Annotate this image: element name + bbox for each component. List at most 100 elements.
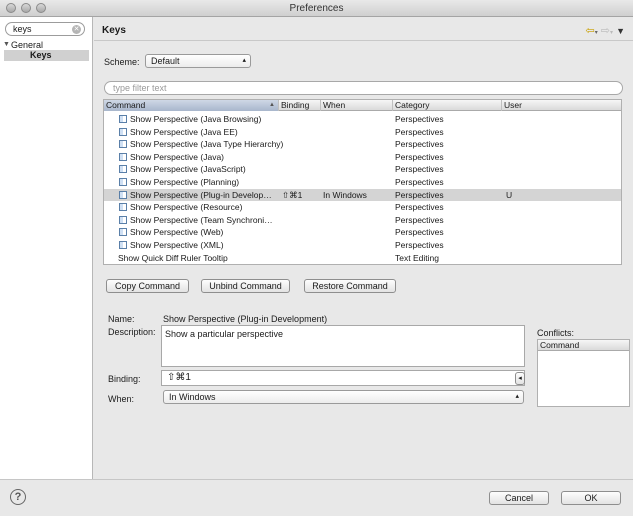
cell-command: Show Perspective (Java Browsing) [119,113,289,126]
unbind-command-button[interactable]: Unbind Command [201,279,290,293]
cell-text: Perspectives [395,126,444,137]
cell-command: Show Perspective (Team Synchroni… [119,214,289,227]
copy-command-button[interactable]: Copy Command [106,279,189,293]
description-label: Description: [108,327,156,337]
dialog-footer: ? Cancel OK [0,479,633,516]
help-icon[interactable]: ? [10,489,26,505]
column-header-command[interactable]: Command ▲ [104,100,279,111]
cell-text: Show Perspective (Web) [130,227,224,238]
perspective-icon [119,177,127,186]
cell-text: Show Perspective (JavaScript) [130,164,246,175]
binding-menu-icon[interactable]: ◂ [515,372,525,385]
table-row[interactable]: Show Perspective (Web) Perspectives [104,226,621,239]
table-row[interactable]: Show Perspective (Java Browsing) Perspect… [104,113,621,126]
cell-command: Show Perspective (Resource) [119,201,289,214]
table-row[interactable]: Show Perspective (JavaScript) Perspective… [104,163,621,176]
name-label: Name: [108,314,135,324]
cell-text: Perspectives [395,214,444,225]
perspective-icon [119,127,127,136]
cell-command: Show Perspective (Java) [119,151,289,164]
cell-text: Perspectives [395,114,444,124]
back-arrow-icon[interactable]: ⇦ [585,25,594,37]
cell-text: Show Perspective (XML) [130,239,224,250]
table-row[interactable]: Show Perspective (Java) Perspectives [104,151,621,164]
restore-command-button[interactable]: Restore Command [304,279,396,293]
column-header-command-label: Command [106,100,146,110]
binding-input[interactable]: ⇧⌘1 [161,370,525,386]
cell-category: Perspectives [395,163,502,176]
view-menu-icon[interactable]: ▼ [616,26,625,36]
binding-label: Binding: [108,374,141,384]
perspective-icon [119,140,127,149]
column-header-binding[interactable]: Binding [279,100,321,111]
clear-search-icon[interactable]: ✕ [72,25,81,34]
table-body: Show Perspective (Java Browsing) Perspect… [104,113,621,264]
table-row[interactable]: Show Perspective (Team Synchroni… Perspec… [104,214,621,227]
cancel-button[interactable]: Cancel [489,491,549,505]
cell-text: Text Editing [395,252,439,263]
tree-item-general[interactable]: ▼ General [3,40,44,50]
cell-text: Show Perspective (Java Browsing) [130,114,262,124]
table-row[interactable]: Show Perspective (Java EE) Perspectives [104,126,621,139]
cell-user: U [506,189,616,202]
when-select-value: In Windows [169,392,216,402]
when-label: When: [108,394,135,404]
cell-command: Show Perspective (Java Type Hierarchy) [119,138,289,151]
ok-button[interactable]: OK [561,491,621,505]
sort-ascending-icon: ▲ [269,102,275,108]
cell-text: Show Perspective (Plug-in Develop… [130,189,272,200]
column-header-when[interactable]: When [321,100,393,111]
tree-item-general-label: General [11,40,44,50]
perspective-icon [119,215,127,224]
back-dropdown-icon[interactable]: ▾ [595,30,598,36]
column-header-user[interactable]: User [502,100,621,111]
table-row[interactable]: Show Perspective (Plug-in Develop… ⇧⌘1 In … [104,188,621,202]
scheme-select-value: Default [151,56,180,66]
cell-text: Perspectives [395,227,444,238]
table-row[interactable]: Show Quick Diff Ruler Tooltip Text Editin… [104,252,621,264]
cell-category: Perspectives [395,239,502,252]
cell-command: Show Perspective (Plug-in Develop… [119,189,289,202]
keys-table[interactable]: Command ▲ Binding When Category User Sho… [103,99,622,265]
title-separator [94,40,633,41]
cell-text: Perspectives [395,239,444,250]
cell-command: Show Perspective (Planning) [119,176,289,189]
preferences-search-input[interactable]: keys ✕ [5,22,85,36]
cell-text: Show Perspective (Java) [130,151,225,162]
perspective-icon [119,203,127,212]
cell-text: Show Perspective (Resource) [130,202,243,213]
updown-arrow-icon: ▴ [242,57,246,64]
cell-category: Perspectives [395,189,502,202]
cell-category: Perspectives [395,176,502,189]
table-row[interactable]: Show Perspective (XML) Perspectives [104,239,621,252]
conflicts-header-command: Command [538,340,629,351]
column-header-category[interactable]: Category [393,100,502,111]
table-row[interactable]: Show Perspective (Planning) Perspectives [104,176,621,189]
forward-dropdown-icon[interactable]: ▾ [610,30,613,36]
cell-category: Perspectives [395,214,502,227]
preferences-main-pane: Keys ⇦▾ ⇨▾ ▼ Scheme: Default ▴ type filt… [94,17,633,479]
cell-category: Perspectives [395,226,502,239]
conflicts-table[interactable]: Command [537,339,630,407]
tree-item-keys[interactable]: Keys [4,50,89,61]
search-value: keys [13,24,32,34]
when-select[interactable]: In Windows ▴ [163,390,524,404]
cell-command: Show Perspective (XML) [119,239,289,252]
cell-text: Show Perspective (Java Type Hierarchy) [130,139,284,150]
cell-text: ⇧⌘1 [282,189,303,200]
forward-arrow-icon[interactable]: ⇨ [601,25,610,37]
cell-command: Show Perspective (Java EE) [119,126,289,139]
perspective-icon [119,165,127,174]
filter-input[interactable]: type filter text [104,81,623,95]
perspective-icon [119,228,127,237]
table-row[interactable]: Show Perspective (Java Type Hierarchy) Pe… [104,138,621,151]
cell-text: U [506,189,513,200]
table-row[interactable]: Show Perspective (Resource) Perspectives [104,201,621,214]
conflicts-label: Conflicts: [537,328,575,338]
expand-triangle-icon[interactable]: ▼ [3,41,10,48]
cell-text: In Windows [323,189,367,200]
description-textarea[interactable]: Show a particular perspective [161,325,525,367]
cell-text: Perspectives [395,151,444,162]
cell-binding: ⇧⌘1 [282,189,320,202]
scheme-select[interactable]: Default ▴ [145,54,251,68]
